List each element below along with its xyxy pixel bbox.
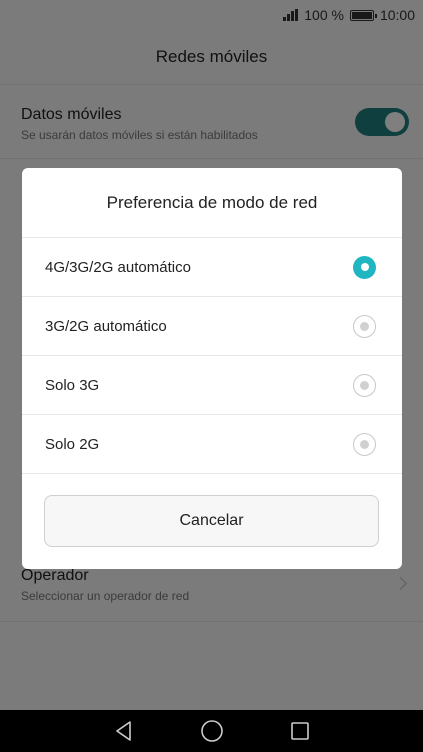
radio-unselected-icon[interactable] <box>353 373 376 397</box>
option-solo-2g[interactable]: Solo 2G <box>22 415 402 474</box>
option-3g-2g[interactable]: 3G/2G automático <box>22 297 402 356</box>
option-solo-3g[interactable]: Solo 3G <box>22 356 402 415</box>
option-label: 3G/2G automático <box>45 317 167 335</box>
dialog-title: Preferencia de modo de red <box>22 168 402 238</box>
home-icon[interactable] <box>200 719 224 743</box>
back-icon[interactable] <box>112 719 136 743</box>
cancel-button[interactable]: Cancelar <box>44 495 379 547</box>
recents-icon[interactable] <box>288 719 312 743</box>
navigation-bar <box>0 710 423 752</box>
radio-selected-icon[interactable] <box>353 255 376 279</box>
option-label: 4G/3G/2G automático <box>45 258 191 276</box>
radio-unselected-icon[interactable] <box>353 432 376 456</box>
network-mode-dialog: Preferencia de modo de red 4G/3G/2G auto… <box>22 168 402 569</box>
option-label: Solo 2G <box>45 435 100 453</box>
radio-unselected-icon[interactable] <box>353 314 376 338</box>
option-4g-3g-2g[interactable]: 4G/3G/2G automático <box>22 238 402 297</box>
option-label: Solo 3G <box>45 376 100 394</box>
